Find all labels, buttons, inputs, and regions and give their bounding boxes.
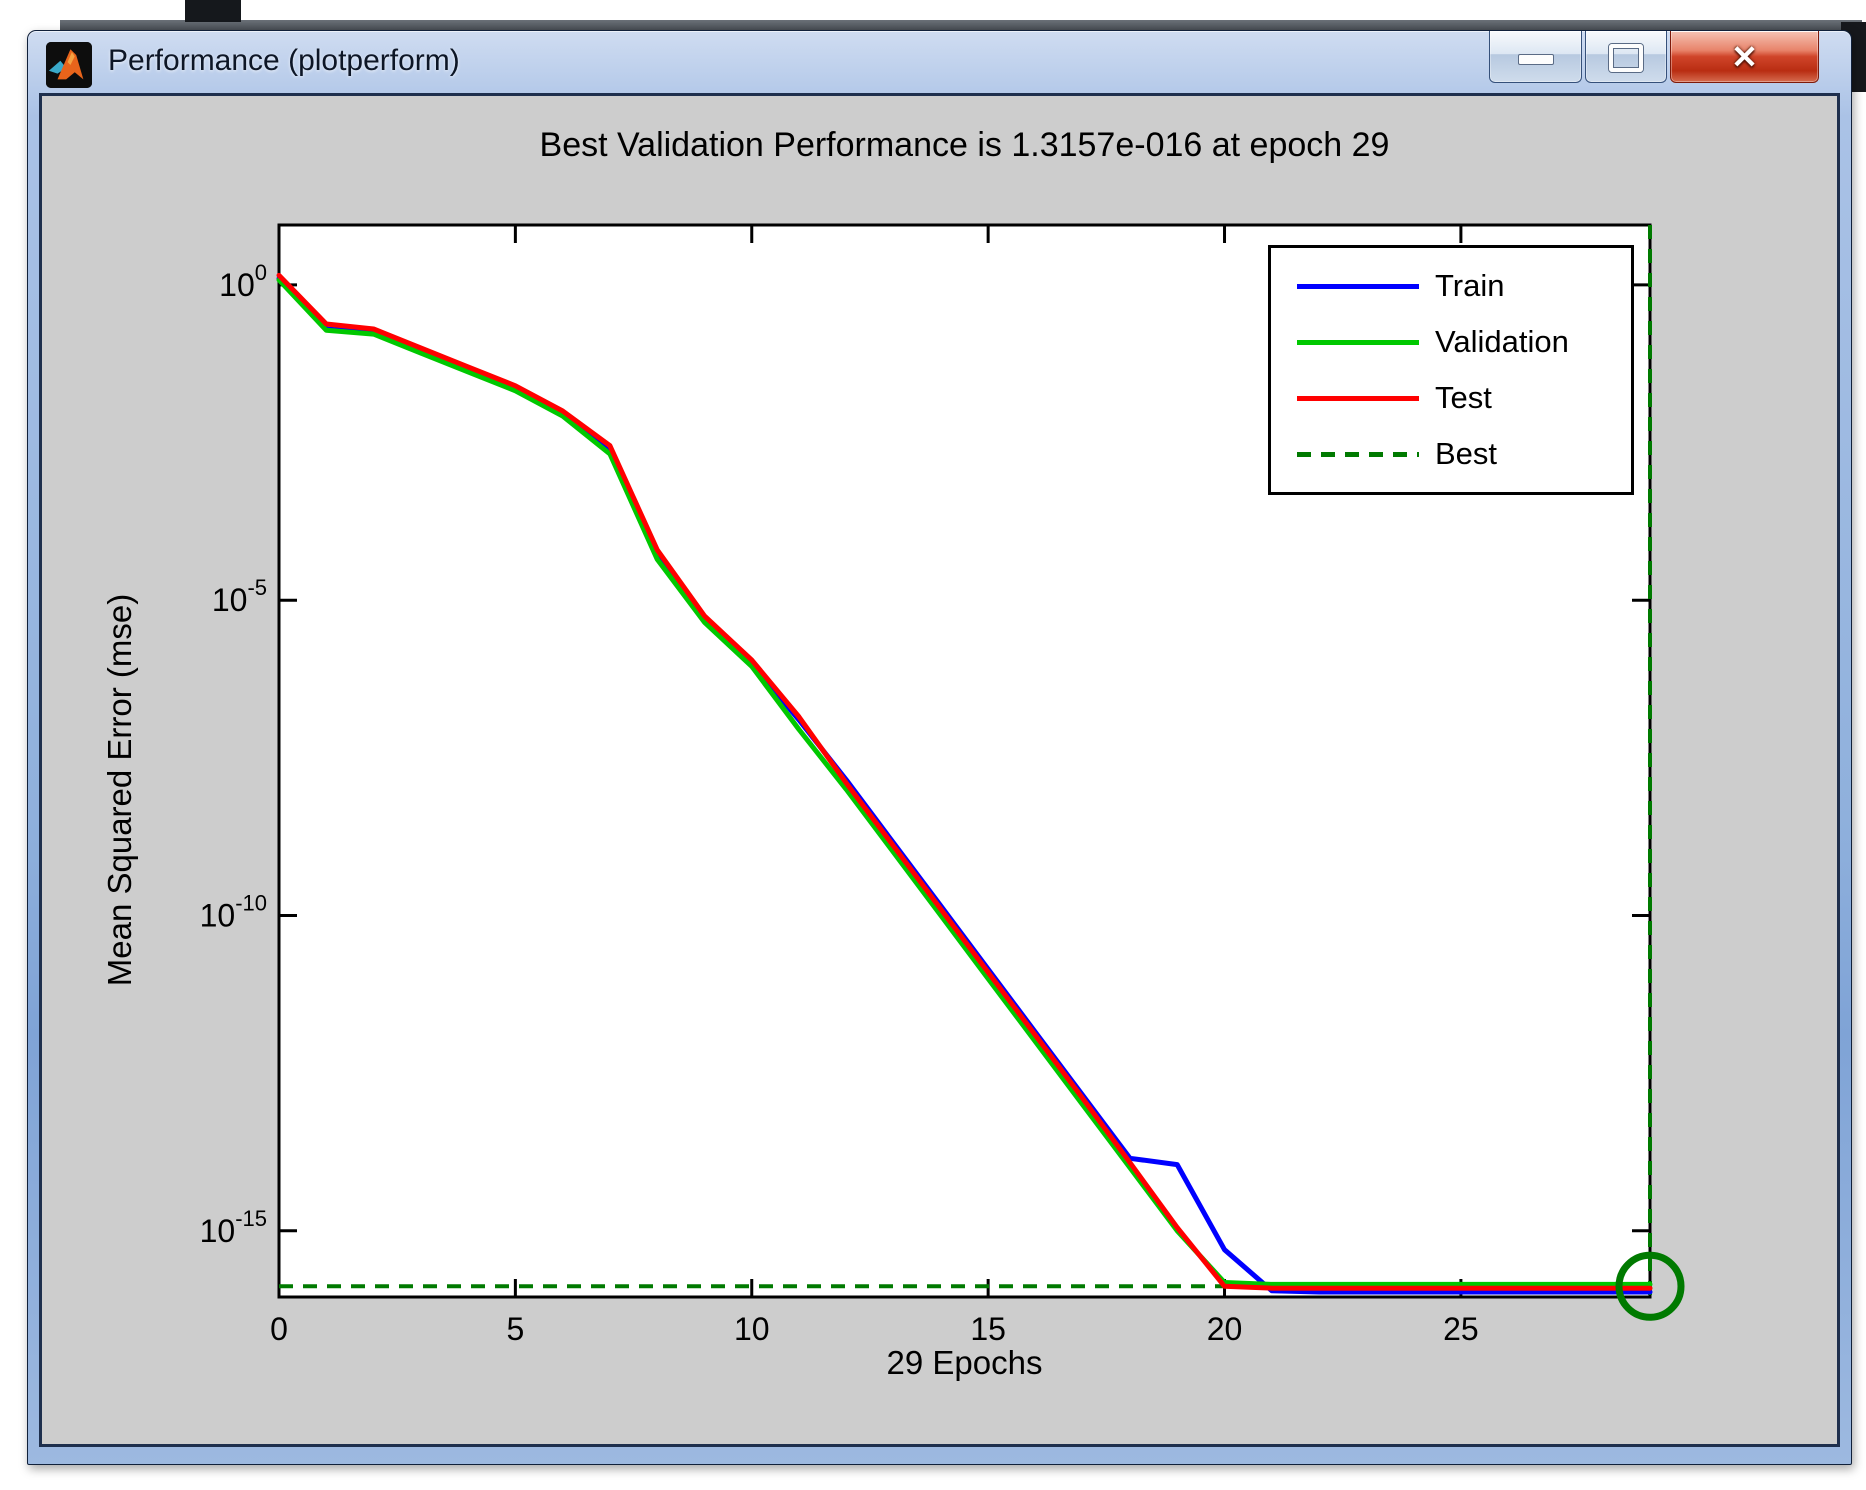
y-axis-label: Mean Squared Error (mse) [101,594,139,986]
legend-item-train: Train [1297,268,1631,304]
window-controls: ✕ [1489,31,1819,83]
matlab-icon [46,42,92,88]
legend-item-best: Best [1297,436,1631,472]
legend-line-validation [1297,340,1419,345]
background-window-tab [185,0,241,22]
y-tick-label: 10-5 [212,575,267,618]
x-tick-label: 15 [970,1311,1006,1347]
y-tick-label: 10-10 [200,890,267,933]
legend-label: Test [1435,380,1492,416]
legend: Train Validation Test Best [1268,245,1634,495]
x-tick-label: 5 [506,1311,524,1347]
figure-client-area: Best Validation Performance is 1.3157e-0… [39,93,1840,1447]
performance-window: Performance (plotperform) ✕ Best Validat… [27,30,1852,1465]
legend-label: Validation [1435,324,1569,360]
legend-item-validation: Validation [1297,324,1631,360]
legend-line-train [1297,284,1419,289]
x-tick-label: 25 [1443,1311,1479,1347]
minimize-button[interactable] [1489,31,1582,83]
x-tick-label: 20 [1207,1311,1243,1347]
x-axis-label: 29 Epochs [279,1344,1650,1382]
y-tick-label: 10-15 [200,1206,267,1249]
close-icon: ✕ [1731,41,1758,73]
legend-line-best [1297,452,1419,457]
legend-label: Train [1435,268,1504,304]
legend-line-test [1297,396,1419,401]
close-button[interactable]: ✕ [1670,31,1819,83]
x-tick-label: 10 [734,1311,770,1347]
window-title: Performance (plotperform) [108,31,460,93]
matlab-logo-icon [46,42,92,88]
y-tick-label: 100 [219,260,267,303]
minimize-icon [1518,54,1554,65]
maximize-button[interactable] [1585,31,1667,83]
title-bar[interactable]: Performance (plotperform) ✕ [28,31,1851,93]
legend-label: Best [1435,436,1497,472]
maximize-icon [1609,44,1643,72]
x-tick-label: 0 [270,1311,288,1347]
legend-item-test: Test [1297,380,1631,416]
